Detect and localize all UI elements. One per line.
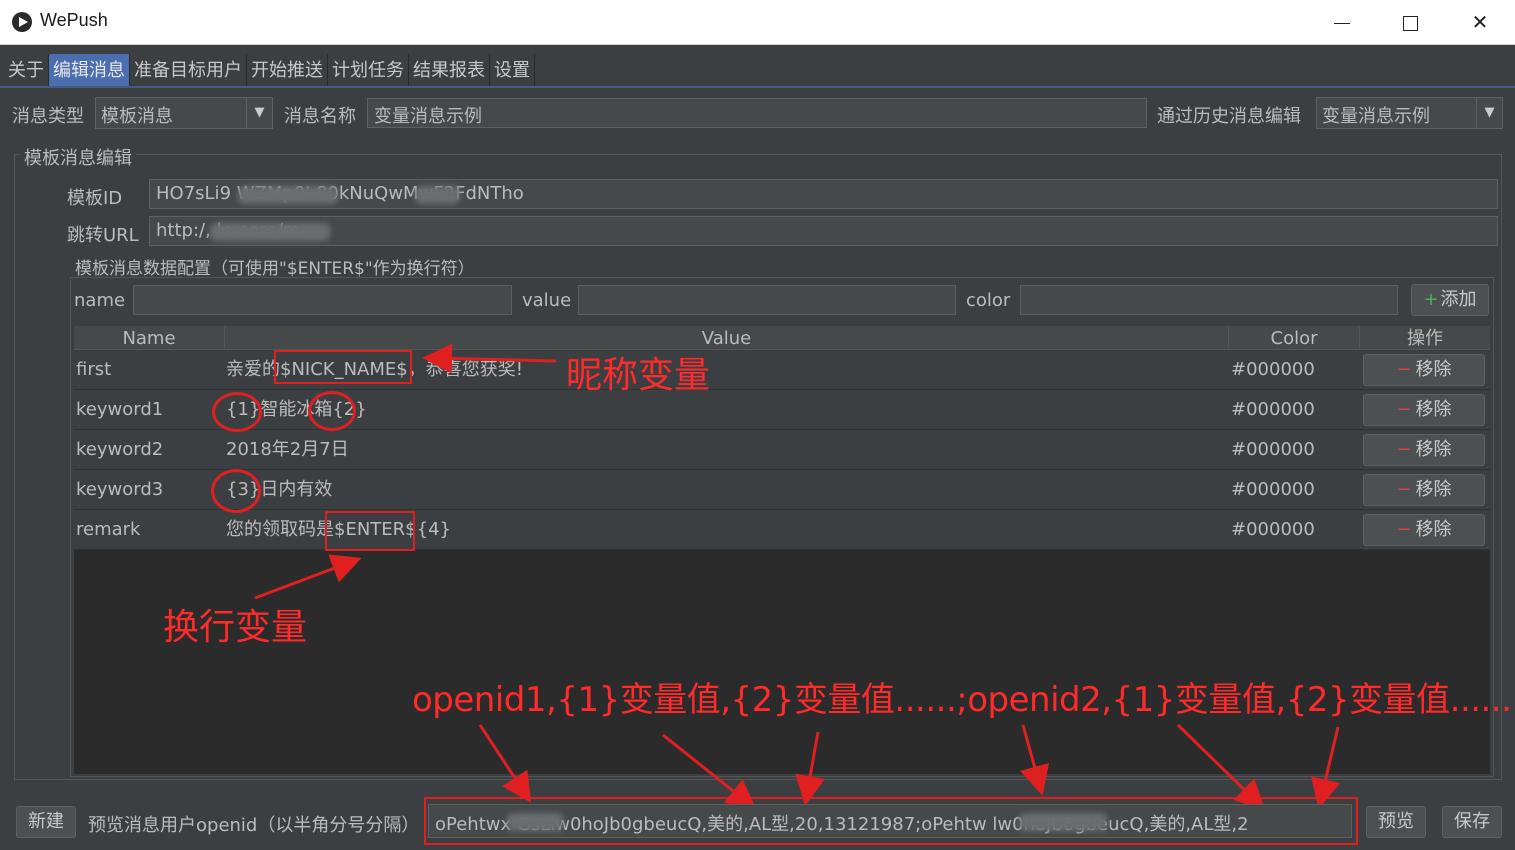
template-id-input[interactable]: HO7sLi9 WZMp0' 80kNuQwMwF2FdNTho: [149, 179, 1498, 209]
save-button[interactable]: 保存: [1442, 806, 1502, 838]
newline-variable-annotation: 换行变量: [163, 607, 308, 648]
remove-button-label: 移除: [1415, 359, 1452, 380]
msg-type-select[interactable]: 模板消息 ▼: [95, 97, 273, 129]
openid-format-annotation: openid1,{1}变量值,{2}变量值......;openid2,{1}变…: [412, 680, 1512, 720]
table-row[interactable]: keyword3 {3}日内有效 #000000 − 移除: [74, 470, 1490, 510]
variable-highlight-circle: [308, 391, 356, 431]
name-label: name: [74, 290, 126, 311]
new-button[interactable]: 新建: [16, 806, 76, 838]
remove-button[interactable]: − 移除: [1363, 354, 1485, 386]
row-name: keyword1: [76, 399, 164, 420]
redaction-blur: [210, 223, 330, 241]
row-name: keyword2: [76, 439, 164, 460]
remove-button-label: 移除: [1415, 439, 1452, 460]
row-name: keyword3: [76, 479, 164, 500]
close-button[interactable]: ✕: [1446, 0, 1514, 45]
name-input[interactable]: [133, 285, 512, 315]
column-header-color[interactable]: Color: [1229, 326, 1360, 350]
minus-icon: −: [1396, 439, 1412, 460]
row-color: #000000: [1231, 399, 1315, 420]
value-input[interactable]: [578, 285, 956, 315]
row-value: 2018年2月7日: [226, 439, 349, 460]
tab-edit-message[interactable]: 编辑消息: [49, 54, 130, 86]
color-input[interactable]: [1020, 285, 1398, 315]
url-input[interactable]: http:/, le.com/m: [149, 216, 1498, 246]
row-value: {3}日内有效: [226, 479, 333, 500]
table-row[interactable]: keyword2 2018年2月7日 #000000 − 移除: [74, 430, 1490, 470]
history-message-value: 变量消息示例: [1322, 106, 1430, 127]
close-icon: ✕: [1471, 10, 1489, 34]
remove-button-label: 移除: [1415, 519, 1452, 540]
redaction-blur: [415, 186, 460, 204]
table-header: Name Value Color 操作: [74, 326, 1490, 350]
data-config-title: 模板消息数据配置（可使用"$ENTER$"作为换行符）: [75, 259, 475, 279]
app-logo-icon: [12, 12, 32, 32]
history-message-select[interactable]: 变量消息示例 ▼: [1316, 97, 1503, 129]
openid-highlight-box: [424, 797, 1358, 845]
row-color: #000000: [1231, 439, 1315, 460]
column-header-name[interactable]: Name: [74, 326, 225, 350]
msg-type-value: 模板消息: [101, 106, 173, 127]
tab-start-push[interactable]: 开始推送: [247, 54, 328, 86]
msg-name-label: 消息名称: [284, 106, 356, 127]
msg-type-label: 消息类型: [12, 106, 84, 127]
chevron-down-icon: ▼: [246, 98, 272, 128]
preview-openid-label: 预览消息用户openid（以半角分号分隔）: [88, 815, 420, 836]
nickname-variable-annotation: 昵称变量: [566, 355, 711, 396]
minus-icon: −: [1396, 479, 1412, 500]
color-label: color: [966, 290, 1011, 311]
title-bar: WePush ✕: [0, 0, 1515, 45]
maximize-button[interactable]: [1376, 0, 1444, 45]
table-row[interactable]: keyword1 {1}智能冰箱{2} #000000 − 移除: [74, 390, 1490, 430]
remove-button-label: 移除: [1415, 399, 1452, 420]
row-value: {1}智能冰箱{2}: [226, 399, 367, 420]
main-tabs: 关于 编辑消息 准备目标用户 开始推送 计划任务 结果报表 设置: [4, 54, 535, 86]
preview-button[interactable]: 预览: [1366, 806, 1426, 838]
row-name: remark: [76, 519, 141, 540]
maximize-icon: [1402, 16, 1418, 31]
minus-icon: −: [1396, 359, 1412, 380]
url-label: 跳转URL: [67, 225, 139, 246]
variable-highlight-circle: [211, 469, 261, 513]
tab-schedule[interactable]: 计划任务: [328, 54, 409, 86]
tab-about[interactable]: 关于: [4, 54, 49, 86]
remove-button[interactable]: − 移除: [1363, 514, 1485, 546]
variable-highlight-circle: [212, 392, 262, 432]
msg-name-value: 变量消息示例: [374, 106, 482, 127]
remove-button[interactable]: − 移除: [1363, 474, 1485, 506]
template-id-label: 模板ID: [67, 188, 123, 209]
table-row[interactable]: remark 您的领取码是$ENTER${4} #000000 − 移除: [74, 510, 1490, 550]
remove-button[interactable]: − 移除: [1363, 394, 1485, 426]
msg-name-input[interactable]: 变量消息示例: [367, 98, 1147, 128]
column-header-action[interactable]: 操作: [1360, 326, 1490, 350]
redaction-blur: [238, 186, 338, 204]
value-label: value: [522, 290, 572, 311]
newline-highlight-box: [325, 511, 415, 551]
row-name: first: [76, 359, 112, 380]
tab-report[interactable]: 结果报表: [409, 54, 490, 86]
tab-underline: [0, 86, 1515, 88]
nickname-highlight-box: [274, 350, 412, 384]
template-id-value: HO7sLi9 WZMp0' 80kNuQwMwF2FdNTho: [156, 183, 524, 204]
add-button[interactable]: + 添加: [1411, 284, 1489, 316]
minimize-icon: [1334, 23, 1350, 24]
tab-settings[interactable]: 设置: [490, 54, 535, 86]
row-color: #000000: [1231, 359, 1315, 380]
column-header-value[interactable]: Value: [225, 326, 1229, 350]
minus-icon: −: [1396, 519, 1412, 540]
tab-target-users[interactable]: 准备目标用户: [130, 54, 247, 86]
row-color: #000000: [1231, 519, 1315, 540]
add-button-label: 添加: [1440, 289, 1477, 310]
template-edit-title: 模板消息编辑: [20, 144, 136, 170]
minimize-button[interactable]: [1308, 0, 1376, 45]
window-title: WePush: [40, 10, 108, 30]
row-color: #000000: [1231, 479, 1315, 500]
remove-button[interactable]: − 移除: [1363, 434, 1485, 466]
history-edit-label: 通过历史消息编辑: [1157, 106, 1301, 127]
chevron-down-icon: ▼: [1476, 98, 1502, 128]
remove-button-label: 移除: [1415, 479, 1452, 500]
minus-icon: −: [1396, 399, 1412, 420]
plus-icon: +: [1423, 289, 1439, 310]
